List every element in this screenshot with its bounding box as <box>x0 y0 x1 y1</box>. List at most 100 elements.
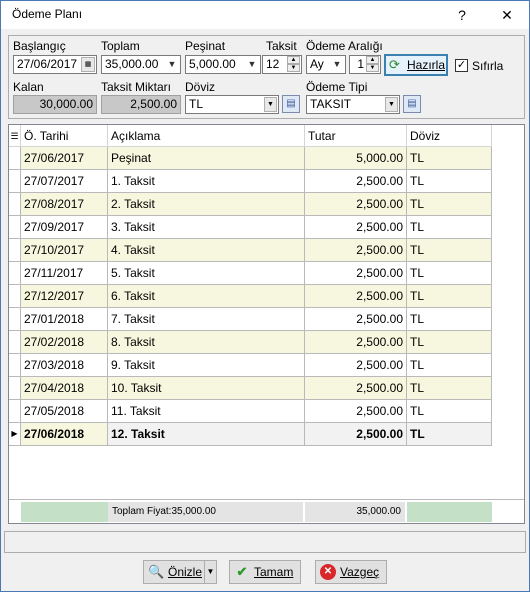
table-cell-doviz[interactable]: TL <box>407 170 492 193</box>
taksit-spinner[interactable]: 12 ▲ ▼ <box>262 55 302 74</box>
row-indicator[interactable] <box>9 308 21 331</box>
spin-down-icon[interactable]: ▼ <box>366 64 379 72</box>
table-cell-aciklama[interactable]: Peşinat <box>108 147 305 170</box>
row-indicator[interactable] <box>9 193 21 216</box>
table-row[interactable]: 27/09/2017 3. Taksit 2,500.00 TL <box>9 216 492 239</box>
odeme-tipi-lookup-icon[interactable]: ▤ <box>403 95 421 113</box>
table-row[interactable]: 27/12/2017 6. Taksit 2,500.00 TL <box>9 285 492 308</box>
spin-up-icon[interactable]: ▲ <box>287 56 300 64</box>
aralik-unit-combo[interactable]: Ay ▼ <box>306 55 346 74</box>
table-cell-tutar[interactable]: 2,500.00 <box>305 377 407 400</box>
table-cell-tarih[interactable]: 27/06/2018 <box>21 423 108 446</box>
table-cell-tutar[interactable]: 2,500.00 <box>305 216 407 239</box>
row-indicator[interactable] <box>9 354 21 377</box>
table-row[interactable]: 27/01/2018 7. Taksit 2,500.00 TL <box>9 308 492 331</box>
table-cell-aciklama[interactable]: 6. Taksit <box>108 285 305 308</box>
table-cell-tutar[interactable]: 2,500.00 <box>305 262 407 285</box>
table-row[interactable]: 27/07/2017 1. Taksit 2,500.00 TL <box>9 170 492 193</box>
spin-down-icon[interactable]: ▼ <box>287 64 300 72</box>
table-row[interactable]: 27/05/2018 11. Taksit 2,500.00 TL <box>9 400 492 423</box>
table-cell-tutar[interactable]: 2,500.00 <box>305 285 407 308</box>
table-cell-tutar[interactable]: 2,500.00 <box>305 308 407 331</box>
column-header-tarih[interactable]: Ö. Tarihi <box>21 125 108 147</box>
table-cell-tutar[interactable]: 2,500.00 <box>305 239 407 262</box>
row-indicator[interactable] <box>9 147 21 170</box>
onizle-button[interactable]: 🔍 Önizle <box>143 560 205 584</box>
pesinat-combo[interactable]: 5,000.00 ▼ <box>185 55 261 74</box>
column-header-tutar[interactable]: Tutar <box>305 125 407 147</box>
row-indicator[interactable] <box>9 262 21 285</box>
table-cell-tarih[interactable]: 27/06/2017 <box>21 147 108 170</box>
aralik-spinner[interactable]: 1 ▲ ▼ <box>349 55 381 74</box>
chevron-down-icon[interactable]: ▼ <box>166 56 178 73</box>
row-indicator[interactable] <box>9 285 21 308</box>
table-cell-tutar[interactable]: 2,500.00 <box>305 423 407 446</box>
table-row[interactable]: ▶ 27/06/2018 12. Taksit 2,500.00 TL <box>9 423 492 446</box>
table-cell-doviz[interactable]: TL <box>407 193 492 216</box>
table-cell-tarih[interactable]: 27/02/2018 <box>21 331 108 354</box>
hazirla-button[interactable]: ⟳ Hazırla <box>384 54 448 76</box>
doviz-lookup-icon[interactable]: ▤ <box>282 95 300 113</box>
chevron-down-icon[interactable]: ▼ <box>385 97 398 112</box>
aralik-spin-buttons[interactable]: ▲ ▼ <box>366 56 379 73</box>
table-cell-tarih[interactable]: 27/07/2017 <box>21 170 108 193</box>
table-cell-tarih[interactable]: 27/01/2018 <box>21 308 108 331</box>
table-cell-tarih[interactable]: 27/12/2017 <box>21 285 108 308</box>
spin-up-icon[interactable]: ▲ <box>366 56 379 64</box>
table-cell-tarih[interactable]: 27/10/2017 <box>21 239 108 262</box>
table-cell-aciklama[interactable]: 1. Taksit <box>108 170 305 193</box>
baslangic-date-field[interactable]: 27/06/2017 ▦ <box>13 55 97 74</box>
table-cell-aciklama[interactable]: 2. Taksit <box>108 193 305 216</box>
chevron-down-icon[interactable]: ▼ <box>331 56 343 73</box>
table-cell-doviz[interactable]: TL <box>407 423 492 446</box>
table-cell-aciklama[interactable]: 10. Taksit <box>108 377 305 400</box>
table-cell-tarih[interactable]: 27/04/2018 <box>21 377 108 400</box>
vazgec-button[interactable]: ✕ Vazgeç <box>315 560 387 584</box>
table-cell-tutar[interactable]: 2,500.00 <box>305 170 407 193</box>
table-cell-doviz[interactable]: TL <box>407 377 492 400</box>
table-cell-tarih[interactable]: 27/05/2018 <box>21 400 108 423</box>
row-indicator[interactable] <box>9 400 21 423</box>
table-cell-tarih[interactable]: 27/08/2017 <box>21 193 108 216</box>
doviz-combo[interactable]: TL ▼ <box>185 95 279 114</box>
chevron-down-icon[interactable]: ▼ <box>246 56 258 73</box>
table-cell-aciklama[interactable]: 8. Taksit <box>108 331 305 354</box>
table-row[interactable]: 27/10/2017 4. Taksit 2,500.00 TL <box>9 239 492 262</box>
table-cell-aciklama[interactable]: 11. Taksit <box>108 400 305 423</box>
table-cell-doviz[interactable]: TL <box>407 400 492 423</box>
table-cell-tarih[interactable]: 27/11/2017 <box>21 262 108 285</box>
calendar-icon[interactable]: ▦ <box>81 57 95 72</box>
table-cell-doviz[interactable]: TL <box>407 216 492 239</box>
row-indicator[interactable] <box>9 239 21 262</box>
table-row[interactable]: 27/08/2017 2. Taksit 2,500.00 TL <box>9 193 492 216</box>
table-row[interactable]: 27/06/2017 Peşinat 5,000.00 TL <box>9 147 492 170</box>
chevron-down-icon[interactable]: ▼ <box>264 97 277 112</box>
row-indicator[interactable] <box>9 331 21 354</box>
table-cell-tarih[interactable]: 27/03/2018 <box>21 354 108 377</box>
table-cell-aciklama[interactable]: 3. Taksit <box>108 216 305 239</box>
table-cell-aciklama[interactable]: 5. Taksit <box>108 262 305 285</box>
table-row[interactable]: 27/04/2018 10. Taksit 2,500.00 TL <box>9 377 492 400</box>
column-header-doviz[interactable]: Döviz <box>407 125 492 147</box>
table-cell-tarih[interactable]: 27/09/2017 <box>21 216 108 239</box>
payment-plan-grid[interactable]: ☰ Ö. Tarihi Açıklama Tutar Döviz 27/06/2… <box>8 124 525 524</box>
table-cell-tutar[interactable]: 2,500.00 <box>305 400 407 423</box>
row-indicator[interactable] <box>9 377 21 400</box>
onizle-dropdown-button[interactable]: ▼ <box>204 560 217 584</box>
table-row[interactable]: 27/11/2017 5. Taksit 2,500.00 TL <box>9 262 492 285</box>
row-indicator[interactable] <box>9 170 21 193</box>
close-button[interactable]: ✕ <box>489 3 525 27</box>
table-cell-doviz[interactable]: TL <box>407 285 492 308</box>
table-cell-doviz[interactable]: TL <box>407 308 492 331</box>
help-button[interactable]: ? <box>444 3 480 27</box>
toplam-combo[interactable]: 35,000.00 ▼ <box>101 55 181 74</box>
row-indicator[interactable] <box>9 216 21 239</box>
table-cell-doviz[interactable]: TL <box>407 354 492 377</box>
table-cell-aciklama[interactable]: 12. Taksit <box>108 423 305 446</box>
table-cell-aciklama[interactable]: 7. Taksit <box>108 308 305 331</box>
table-cell-tutar[interactable]: 2,500.00 <box>305 354 407 377</box>
table-cell-doviz[interactable]: TL <box>407 147 492 170</box>
sifirla-checkbox[interactable]: ✓ <box>455 59 468 72</box>
table-cell-aciklama[interactable]: 4. Taksit <box>108 239 305 262</box>
table-cell-tutar[interactable]: 5,000.00 <box>305 147 407 170</box>
